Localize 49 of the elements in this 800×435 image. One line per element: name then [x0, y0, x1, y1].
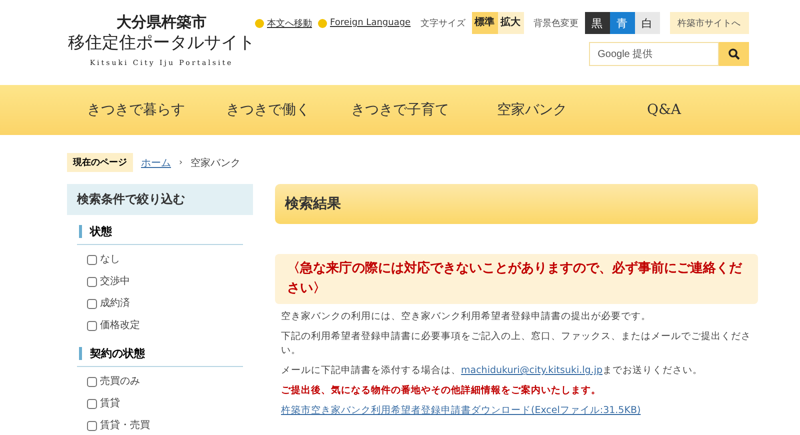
paragraph: 下記の利用希望者登録申請書に必要事項をご記入の上、窓口、ファックス、またはメールでご提出ください。: [281, 330, 752, 358]
breadcrumb-separator: ›: [179, 158, 183, 168]
current-page-text: 空家バンク: [190, 156, 241, 170]
background-color-label: 背景色変更: [534, 18, 579, 30]
filter-option[interactable]: 価格改定: [67, 315, 253, 337]
utility-link[interactable]: Foreign Language: [318, 18, 411, 28]
filter-option[interactable]: 成約済: [67, 293, 253, 315]
filter-option[interactable]: 賃貸: [67, 393, 253, 415]
checkbox[interactable]: [87, 321, 97, 331]
city-site-button[interactable]: 杵築市サイトへ: [670, 12, 749, 34]
email-link[interactable]: machidukuri@city.kitsuki.lg.jp: [461, 365, 603, 376]
checkbox[interactable]: [87, 421, 97, 431]
filter-group-title: 契約の状態: [79, 347, 243, 360]
filter-group-title: 状態: [79, 225, 243, 238]
nav-item[interactable]: きつきで暮らす: [70, 85, 202, 135]
notice-text: ご提出後、気になる物件の番地やその他詳細情報をご案内いたします。: [281, 384, 602, 398]
breadcrumb-link[interactable]: ホーム: [141, 156, 171, 170]
paragraph: メールに下記申請書を添付する場合は、machidukuri@city.kitsuki.lg.jp までお送りください。: [281, 364, 704, 378]
font-size-button[interactable]: 標準: [472, 12, 498, 34]
filter-option[interactable]: 交渉中: [67, 271, 253, 293]
notice-banner: 〈急な来庁の際には対応できないことがありますので、必ず事前にご連絡ください〉: [275, 254, 758, 304]
filter-option[interactable]: なし: [67, 249, 253, 271]
download-link[interactable]: 杵築市空き家バンク利用希望者登録申請書ダウンロード(Excelファイル:31.5KB): [281, 405, 641, 416]
background-color-button[interactable]: 黒: [584, 12, 610, 34]
filter-option[interactable]: 賃貸・売買: [67, 415, 253, 435]
breadcrumb-label: 現在のページ: [67, 153, 133, 172]
checkbox[interactable]: [87, 377, 97, 387]
logo-title: 移住定住ポータルサイト: [68, 32, 255, 54]
nav-item[interactable]: Q&A: [598, 85, 730, 135]
search-icon: [728, 48, 740, 60]
checkbox[interactable]: [87, 399, 97, 409]
checkbox[interactable]: [87, 277, 97, 287]
logo-prefecture: 大分県杵築市: [116, 12, 206, 32]
checkbox[interactable]: [87, 255, 97, 265]
sidebar-title: 検索条件で絞り込む: [67, 184, 253, 215]
search-button[interactable]: [718, 42, 749, 66]
results-heading: 検索結果: [275, 184, 758, 224]
utility-link[interactable]: 本文へ移動: [255, 16, 312, 30]
search-field[interactable]: Google 提供: [588, 42, 719, 66]
nav-item[interactable]: きつきで子育て: [334, 85, 466, 135]
nav-item[interactable]: きつきで働く: [202, 85, 334, 135]
nav-item[interactable]: 空家バンク: [466, 85, 598, 135]
background-color-button[interactable]: 青: [610, 12, 635, 34]
font-size-button[interactable]: 拡大: [498, 12, 524, 34]
font-size-label: 文字サイズ: [420, 18, 466, 30]
background-color-button[interactable]: 白: [634, 12, 660, 34]
paragraph: 空き家バンクの利用には、空き家バンク利用希望者登録申請書の提出が必要です。: [281, 310, 652, 324]
filter-option[interactable]: 売買のみ: [67, 371, 253, 393]
checkbox[interactable]: [87, 299, 97, 309]
